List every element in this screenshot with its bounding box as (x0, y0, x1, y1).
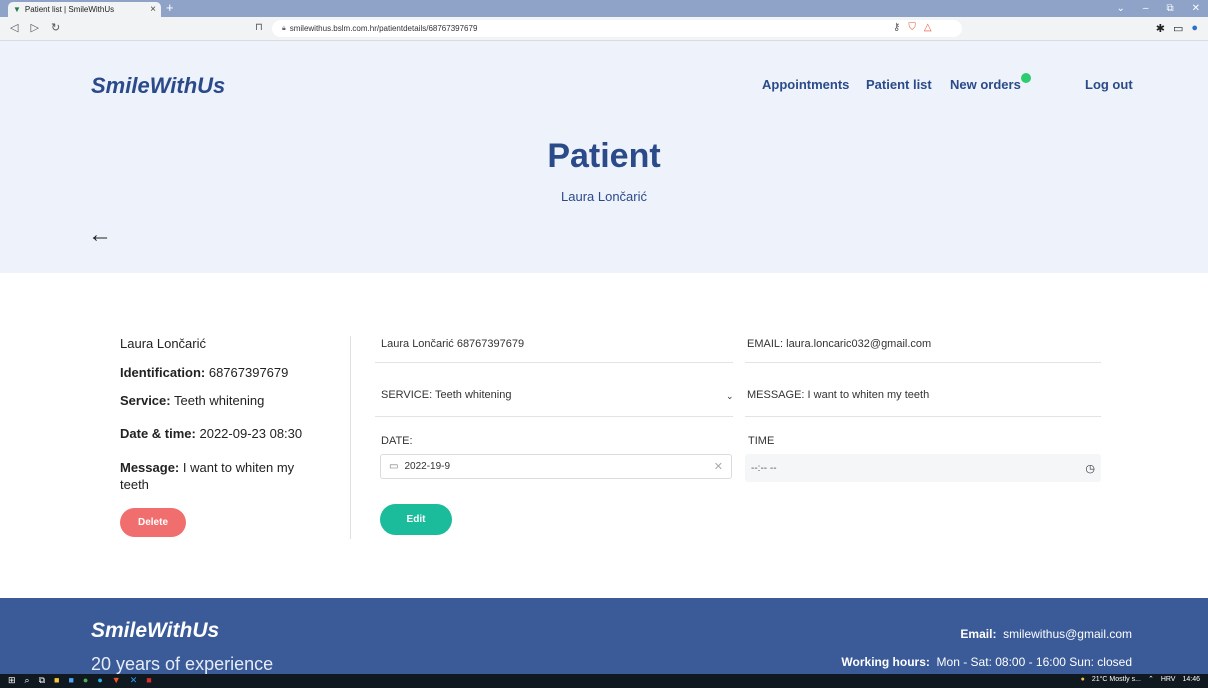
nav-appointments[interactable]: Appointments (762, 77, 849, 92)
minimize-button[interactable]: – (1143, 3, 1149, 14)
reload-icon[interactable]: ↻ (51, 21, 60, 34)
new-orders-indicator (1021, 73, 1031, 83)
bookmark-icon[interactable]: ⊓ (255, 22, 263, 33)
url-text: smilewithus.bslm.com.hr/patientdetails/6… (289, 24, 478, 33)
forward-nav-icon[interactable]: ▷ (30, 21, 38, 34)
taskbar-apps: ⊞ ⌕ ⧉ ■ ■ ● ● ▼ ✕ ■ (8, 675, 152, 686)
name-id-field[interactable]: Laura Lončarić 68767397679 (381, 338, 524, 350)
task-view-icon[interactable]: ⧉ (39, 675, 45, 686)
datetime-row: Date & time: 2022-09-23 08:30 (120, 425, 320, 442)
search-icon[interactable]: ⌕ (25, 675, 30, 686)
system-tray: ● 21°C Mostly s... ⌃ HRV 14:46 (1080, 675, 1200, 684)
datetime-value: 2022-09-23 08:30 (199, 426, 303, 441)
message-row: Message: I want to whiten my teeth (120, 459, 310, 493)
time-value: --:-- -- (751, 462, 777, 474)
service-select[interactable]: SERVICE: Teeth whitening (381, 389, 511, 401)
vscode-icon[interactable]: ✕ (130, 675, 138, 686)
vue-favicon-icon: ▼ (13, 5, 21, 14)
field-underline (745, 362, 1101, 363)
time-label: TIME (748, 435, 775, 447)
footer-hours: Working hours: Mon - Sat: 08:00 - 16:00 … (841, 655, 1132, 669)
back-nav-icon[interactable]: ◁ (10, 21, 18, 34)
field-underline (745, 416, 1101, 417)
service-row: Service: Teeth whitening (120, 392, 320, 409)
close-window-button[interactable]: ✕ (1192, 3, 1200, 14)
identification-row: Identification: 68767397679 (120, 364, 320, 381)
chevron-down-icon[interactable]: ⌄ (726, 391, 734, 402)
chevron-up-icon[interactable]: ⌃ (1148, 675, 1154, 683)
page-header: SmileWithUs Appointments Patient list Ne… (0, 41, 1208, 273)
clock-text[interactable]: 14:46 (1182, 676, 1200, 683)
tab-close-icon[interactable]: × (150, 4, 156, 15)
nav-buttons: ◁ ▷ ↻ (10, 21, 60, 34)
tab-title: Patient list | SmileWithUs (24, 5, 115, 14)
window-controls: ⌄ – ⧉ ✕ (1117, 0, 1200, 17)
store-icon[interactable]: ■ (68, 675, 73, 686)
browser-toolbar: ◁ ▷ ↻ ⊓ 🔒︎ smilewithus.bslm.com.hr/patie… (0, 17, 1208, 41)
address-bar[interactable]: 🔒︎ smilewithus.bslm.com.hr/patientdetail… (272, 20, 962, 37)
nav-new-orders[interactable]: New orders (950, 77, 1021, 92)
lock-icon: 🔒︎ (282, 24, 286, 32)
sidebar-icon[interactable]: ▭ (1173, 22, 1183, 35)
datetime-label: Date & time: (120, 426, 196, 441)
maximize-button[interactable]: ⧉ (1166, 3, 1173, 14)
clear-icon[interactable]: ✕ (714, 460, 723, 473)
message-label: Message: (120, 460, 180, 475)
service-value: Teeth whitening (173, 393, 265, 408)
footer-hours-value: Mon - Sat: 08:00 - 16:00 Sun: closed (936, 655, 1132, 669)
patient-name-subtitle: Laura Lončarić (561, 189, 647, 204)
vertical-divider (350, 336, 351, 539)
weather-icon: ● (1080, 675, 1085, 683)
brave-shield-icon[interactable]: ⛉ (908, 22, 916, 33)
email-field[interactable]: EMAIL: laura.loncaric032@gmail.com (747, 338, 931, 350)
os-taskbar: ⊞ ⌕ ⧉ ■ ■ ● ● ▼ ✕ ■ ● 21°C Mostly s... ⌃… (0, 674, 1208, 688)
chevron-down-icon[interactable]: ⌄ (1117, 3, 1125, 14)
profile-icon[interactable]: ● (1191, 22, 1198, 35)
brave-rewards-icon[interactable]: △ (924, 22, 932, 33)
footer-logo: SmileWithUs (91, 619, 220, 642)
language-indicator[interactable]: HRV (1161, 676, 1176, 683)
screen: ▼ Patient list | SmileWithUs × + ⌄ – ⧉ ✕… (0, 0, 1208, 688)
date-input[interactable]: ▭ 2022-19-9 ✕ (380, 454, 732, 479)
clock-icon[interactable]: ◷ (1085, 462, 1095, 475)
edit-button[interactable]: Edit (380, 504, 452, 535)
chrome-icon[interactable]: ● (83, 675, 88, 686)
weather-text[interactable]: 21°C Mostly s... (1092, 676, 1141, 683)
service-label: Service: (120, 393, 171, 408)
site-footer: SmileWithUs 20 years of experience Email… (0, 598, 1208, 674)
footer-email-label: Email: (960, 627, 997, 641)
browser-tab-bar: ▼ Patient list | SmileWithUs × + ⌄ – ⧉ ✕ (0, 0, 1208, 17)
field-underline (375, 416, 733, 417)
delete-button[interactable]: Delete (120, 508, 186, 537)
date-label: DATE: (381, 435, 413, 447)
puzzle-icon[interactable]: ✱ (1156, 22, 1165, 35)
key-icon[interactable]: ⚷ (893, 22, 900, 33)
site-logo[interactable]: SmileWithUs (91, 73, 225, 99)
nav-patient-list[interactable]: Patient list (866, 77, 932, 92)
footer-tagline: 20 years of experience (91, 654, 274, 674)
new-tab-button[interactable]: + (166, 0, 174, 16)
browser-tab[interactable]: ▼ Patient list | SmileWithUs × (8, 2, 161, 17)
time-input[interactable]: --:-- -- ◷ (745, 454, 1101, 482)
footer-email-value[interactable]: smilewithus@gmail.com (1003, 627, 1132, 641)
footer-hours-label: Working hours: (841, 655, 930, 669)
nav-logout[interactable]: Log out (1085, 77, 1133, 92)
date-value: 2022-19-9 (404, 461, 451, 472)
brave-icon[interactable]: ▼ (112, 675, 121, 686)
page-title: Patient (547, 137, 661, 175)
back-arrow-icon[interactable]: ← (88, 221, 112, 249)
footer-email: Email: smilewithus@gmail.com (960, 627, 1132, 641)
filezilla-icon[interactable]: ■ (146, 675, 151, 686)
address-bar-icons: ⚷ ⛉ △ (893, 22, 932, 33)
message-field[interactable]: MESSAGE: I want to whiten my teeth (747, 389, 929, 401)
windows-start-icon[interactable]: ⊞ (8, 675, 16, 686)
identification-label: Identification: (120, 365, 206, 380)
calendar-icon: ▭ (389, 461, 399, 472)
patient-name: Laura Lončarić (120, 336, 206, 351)
file-explorer-icon[interactable]: ■ (54, 675, 59, 686)
identification-value: 68767397679 (208, 365, 289, 380)
field-underline (375, 362, 733, 363)
edge-icon[interactable]: ● (97, 675, 102, 686)
extensions: ✱ ▭ ● (1156, 22, 1198, 35)
